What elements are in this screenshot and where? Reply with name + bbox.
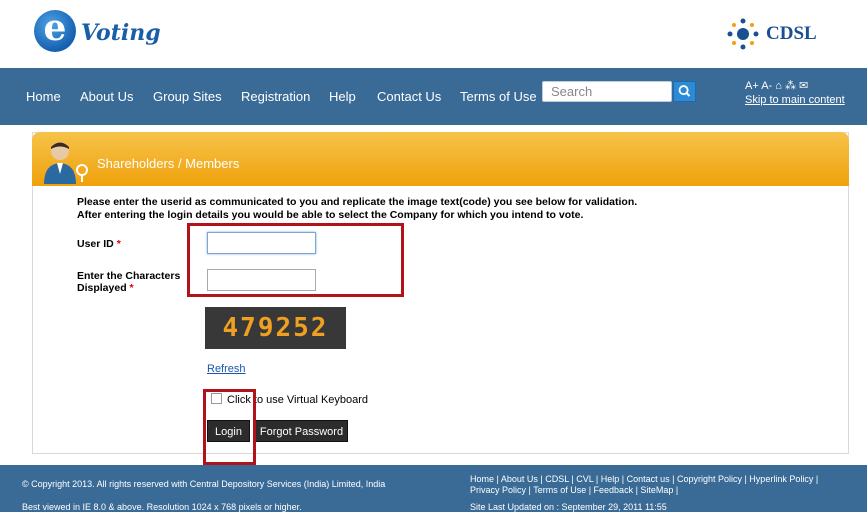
refresh-captcha-link[interactable]: Refresh [207,363,246,375]
skip-to-main-link[interactable]: Skip to main content [745,94,845,106]
instruction-line-1: Please enter the userid as communicated … [77,196,638,208]
footer-links-2[interactable]: Privacy Policy | Terms of Use | Feedback… [470,485,678,495]
footer-best-viewed: Best viewed in IE 8.0 & above. Resolutio… [22,502,302,512]
highlight-box-login [203,389,256,465]
nav-group-sites[interactable]: Group Sites [153,89,222,104]
nav-contact-us[interactable]: Contact Us [377,89,441,104]
footer-updated: Site Last Updated on : September 29, 201… [470,502,667,512]
instructions: Please enter the userid as communicated … [77,196,777,222]
highlight-box-inputs [187,223,404,297]
cdsl-brand: CDSL [766,23,817,44]
nav-terms-of-use[interactable]: Terms of Use [460,89,537,104]
userid-label: User ID * [77,238,121,250]
panel-title: Shareholders / Members [97,156,240,171]
cdsl-logo-icon [727,18,759,50]
captcha-image: 479252 [205,307,346,349]
required-mark: * [116,238,121,250]
nav-registration[interactable]: Registration [241,89,310,104]
e-voting-logo-icon[interactable]: e [34,7,76,52]
nav-home[interactable]: Home [26,89,61,104]
chars-label-line-2: Displayed [77,282,127,294]
forgot-password-button[interactable]: Forgot Password [255,420,348,442]
user-avatar-icon [44,142,88,184]
search-input[interactable]: Search [542,81,672,102]
logo-text[interactable]: Voting [81,20,161,46]
accessibility-tools[interactable]: A+ A- ⌂ ⁂ ✉ [745,79,808,92]
nav-about-us[interactable]: About Us [80,89,133,104]
chars-label-line-1: Enter the Characters [77,270,181,282]
footer-copyright: © Copyright 2013. All rights reserved wi… [22,479,386,489]
search-icon[interactable] [673,81,696,102]
required-mark: * [129,282,134,294]
userid-label-text: User ID [77,238,114,250]
chars-label: Enter the Characters Displayed * [77,270,180,294]
instruction-line-2: After entering the login details you wou… [77,209,584,221]
nav-help[interactable]: Help [329,89,356,104]
logo-letter: e [43,7,67,49]
footer-links-1[interactable]: Home | About Us | CDSL | CVL | Help | Co… [470,474,818,484]
